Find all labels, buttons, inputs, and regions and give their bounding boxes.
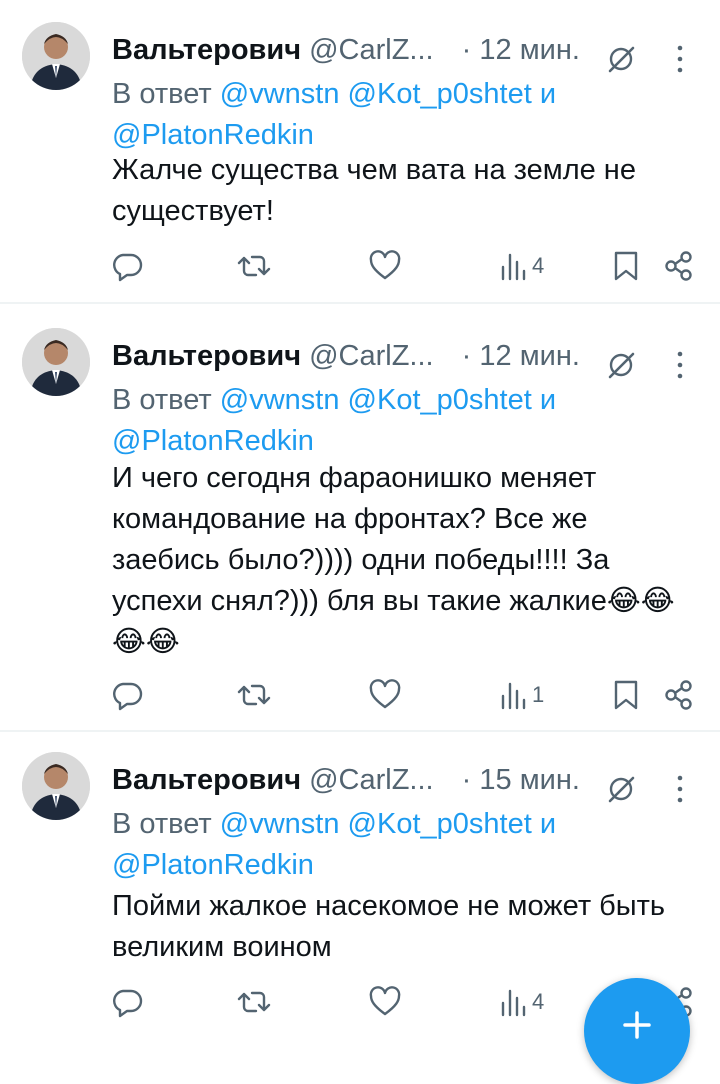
more-icon[interactable] bbox=[672, 44, 688, 74]
separator-dot: · bbox=[461, 340, 472, 372]
timestamp[interactable]: 12 мин. bbox=[479, 340, 580, 372]
grok-icon[interactable] bbox=[606, 350, 636, 380]
tweet-text: Пойми жалкое насекомое не может быть вел… bbox=[112, 890, 665, 963]
views-icon bbox=[501, 253, 526, 281]
mention-link[interactable]: @Kot_p0shtet bbox=[348, 78, 532, 110]
heart-icon bbox=[369, 986, 401, 1016]
avatar[interactable] bbox=[22, 328, 90, 396]
reply-context: В ответ @vwnstn @Kot_p0shtet и @PlatonRe… bbox=[112, 380, 672, 462]
mention-link[interactable]: @vwnstn bbox=[220, 78, 340, 110]
retweet-icon bbox=[237, 255, 271, 277]
share-icon bbox=[665, 251, 692, 281]
reply-context: В ответ @vwnstn @Kot_p0shtet и @PlatonRe… bbox=[112, 74, 672, 156]
reply-prefix: В ответ bbox=[112, 384, 212, 416]
bookmark-icon bbox=[614, 680, 638, 710]
mention-link[interactable]: @Kot_p0shtet bbox=[348, 384, 532, 416]
reply-prefix: В ответ bbox=[112, 808, 212, 840]
mention-link[interactable]: @PlatonRedkin bbox=[112, 425, 314, 457]
like-button[interactable] bbox=[368, 675, 402, 715]
retweet-icon bbox=[237, 991, 271, 1013]
retweet-icon bbox=[237, 684, 271, 706]
tweet-text: И чего сегодня фараонишко меняет командо… bbox=[112, 462, 675, 658]
views-button[interactable]: 1 bbox=[500, 675, 544, 715]
bookmark-icon bbox=[614, 251, 638, 281]
mention-link[interactable]: @vwnstn bbox=[220, 384, 340, 416]
views-button[interactable]: 4 bbox=[500, 982, 544, 1022]
views-count: 4 bbox=[532, 989, 545, 1014]
and-word: и bbox=[539, 384, 557, 416]
author-name[interactable]: Вальтерович bbox=[112, 764, 301, 796]
views-button[interactable]: 4 bbox=[500, 246, 544, 286]
retweet-button[interactable] bbox=[236, 982, 272, 1022]
mention-link[interactable]: @PlatonRedkin bbox=[112, 119, 314, 151]
author-name[interactable]: Вальтерович bbox=[112, 34, 301, 66]
bookmark-button[interactable] bbox=[612, 246, 640, 286]
tweet[interactable]: Вальтерович @CarlZ... · 12 мин. В ответ … bbox=[0, 328, 720, 715]
timestamp[interactable]: 12 мин. bbox=[479, 34, 580, 66]
tweet-actions: 4 bbox=[0, 246, 720, 286]
views-icon bbox=[501, 682, 526, 710]
separator-dot: · bbox=[461, 764, 472, 796]
timestamp[interactable]: 15 мин. bbox=[479, 764, 580, 796]
mention-link[interactable]: @Kot_p0shtet bbox=[348, 808, 532, 840]
views-count: 1 bbox=[532, 682, 545, 707]
reply-button[interactable] bbox=[110, 246, 144, 286]
more-icon[interactable] bbox=[672, 774, 688, 804]
plus-icon bbox=[623, 1011, 651, 1039]
separator-dot: · bbox=[461, 34, 472, 66]
like-button[interactable] bbox=[368, 982, 402, 1022]
heart-icon bbox=[369, 250, 401, 280]
tweet[interactable]: Вальтерович @CarlZ... · 12 мин. В ответ … bbox=[0, 22, 720, 286]
grok-icon[interactable] bbox=[606, 774, 636, 804]
reply-icon bbox=[113, 989, 143, 1018]
more-icon[interactable] bbox=[672, 350, 688, 380]
reply-icon bbox=[113, 682, 143, 711]
tweet[interactable]: Вальтерович @CarlZ... · 15 мин. В ответ … bbox=[0, 752, 720, 1022]
tweet-text: Жалче существа чем вата на земле не суще… bbox=[112, 154, 636, 227]
reply-icon bbox=[113, 253, 143, 282]
reply-button[interactable] bbox=[110, 675, 144, 715]
reply-button[interactable] bbox=[110, 982, 144, 1022]
reply-context: В ответ @vwnstn @Kot_p0shtet и @PlatonRe… bbox=[112, 804, 672, 886]
grok-icon[interactable] bbox=[606, 44, 636, 74]
share-button[interactable] bbox=[664, 246, 694, 286]
views-count: 4 bbox=[532, 253, 545, 278]
author-handle[interactable]: @CarlZ... bbox=[309, 34, 434, 66]
tweet-actions: 1 bbox=[0, 675, 720, 715]
retweet-button[interactable] bbox=[236, 675, 272, 715]
avatar[interactable] bbox=[22, 752, 90, 820]
tweet-divider bbox=[0, 302, 720, 304]
reply-prefix: В ответ bbox=[112, 78, 212, 110]
bookmark-button[interactable] bbox=[612, 675, 640, 715]
heart-icon bbox=[369, 679, 401, 709]
tweet-divider bbox=[0, 730, 720, 732]
author-name[interactable]: Вальтерович bbox=[112, 340, 301, 372]
compose-button[interactable] bbox=[584, 978, 690, 1084]
retweet-button[interactable] bbox=[236, 246, 272, 286]
and-word: и bbox=[539, 78, 557, 110]
share-icon bbox=[665, 680, 692, 710]
author-handle[interactable]: @CarlZ... bbox=[309, 340, 434, 372]
views-icon bbox=[501, 989, 526, 1017]
mention-link[interactable]: @PlatonRedkin bbox=[112, 849, 314, 881]
like-button[interactable] bbox=[368, 246, 402, 286]
avatar[interactable] bbox=[22, 22, 90, 90]
mention-link[interactable]: @vwnstn bbox=[220, 808, 340, 840]
timeline-feed: Вальтерович @CarlZ... · 12 мин. В ответ … bbox=[0, 0, 720, 1026]
author-handle[interactable]: @CarlZ... bbox=[309, 764, 434, 796]
and-word: и bbox=[539, 808, 557, 840]
share-button[interactable] bbox=[664, 675, 694, 715]
